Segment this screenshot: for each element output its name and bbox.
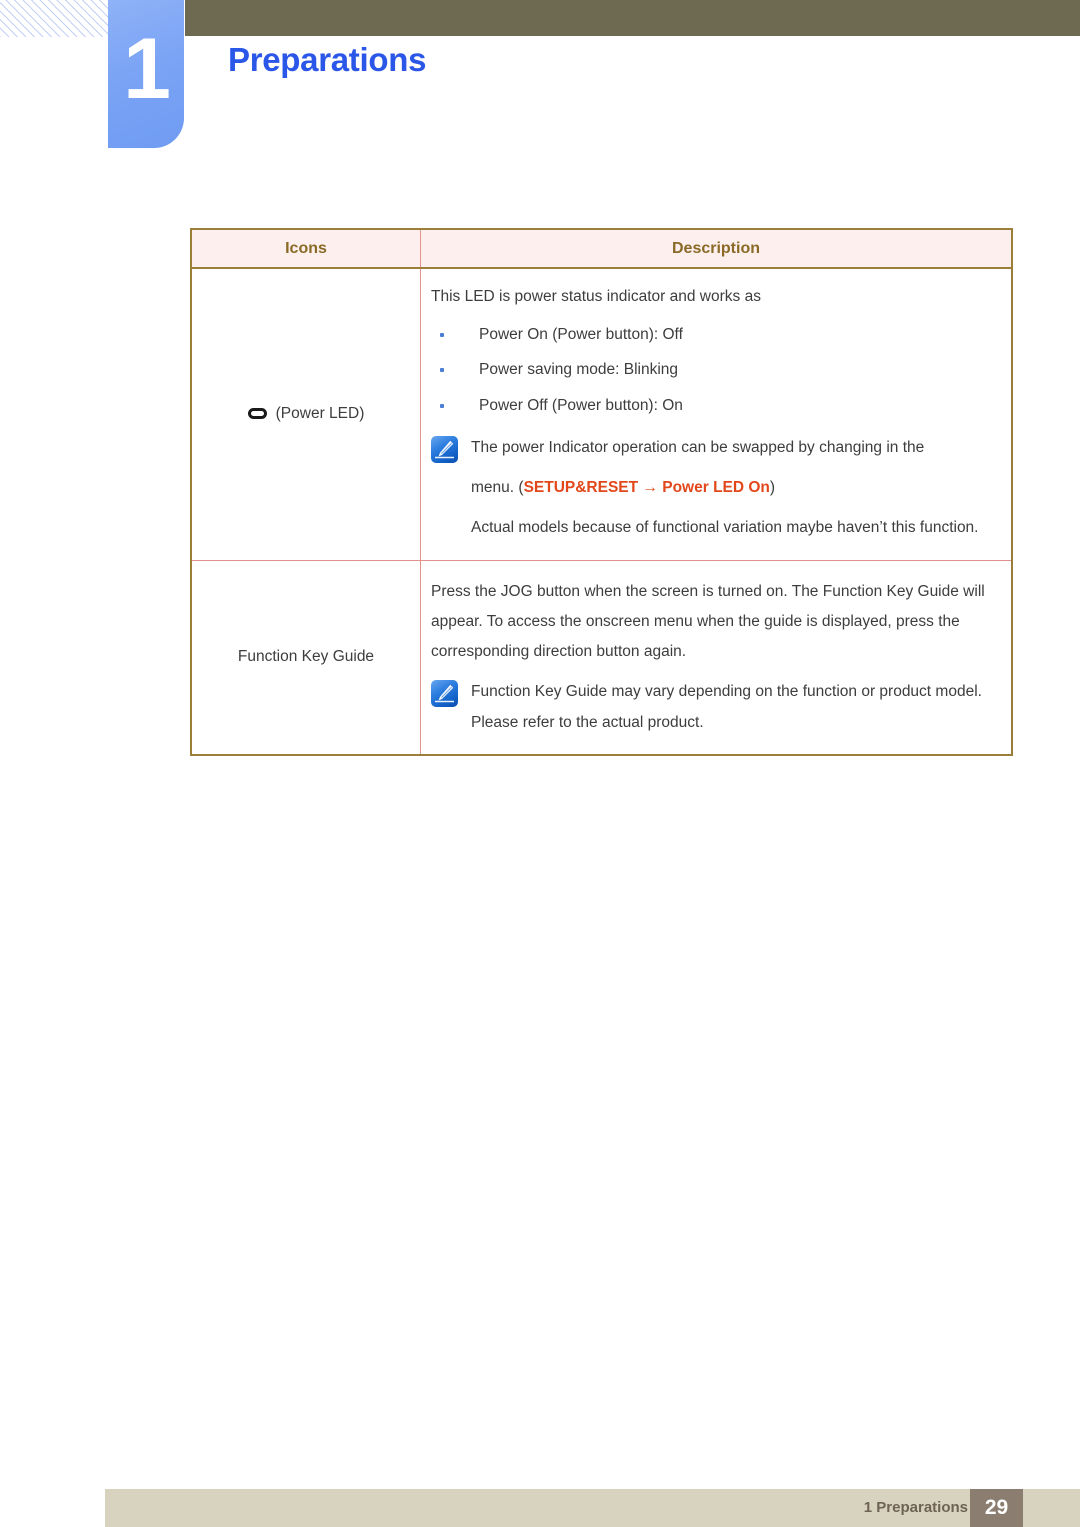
table-row: Function Key Guide Press the JOG button … xyxy=(190,560,1013,756)
list-item: Power saving mode: Blinking xyxy=(431,352,985,387)
page-number-badge: 29 xyxy=(970,1489,1023,1527)
header-olive-bar xyxy=(185,0,1080,36)
power-led-pill-icon xyxy=(247,408,267,420)
note-block-power-led: The power Indicator operation can be swa… xyxy=(431,433,985,544)
note-line-1: The power Indicator operation can be swa… xyxy=(471,439,925,456)
page-title: Preparations xyxy=(228,41,427,78)
cell-icon-function-key-guide: Function Key Guide xyxy=(190,560,421,756)
column-header-description: Description xyxy=(420,228,1013,269)
note-block-function-key-guide: Function Key Guide may vary depending on… xyxy=(431,677,985,737)
function-key-guide-paragraph: Press the JOG button when the screen is … xyxy=(431,582,985,661)
menu-path-power-led-on: Power LED On xyxy=(662,479,770,497)
power-led-lead-text: This LED is power status indicator and w… xyxy=(431,288,761,305)
icons-description-table: Icons Description (Power LED) This LED i… xyxy=(190,228,1013,756)
column-header-icons: Icons xyxy=(190,228,421,269)
note-body-function-key-guide: Function Key Guide may vary depending on… xyxy=(471,677,985,737)
note-text: Function Key Guide may vary depending on… xyxy=(471,683,982,731)
note-pencil-icon xyxy=(431,436,458,463)
power-led-label: (Power LED) xyxy=(275,404,365,422)
table-header-row: Icons Description xyxy=(190,228,1013,269)
note-line-2: menu. (SETUP&RESET → Power LED On) xyxy=(471,479,776,497)
cell-description-power-led: This LED is power status indicator and w… xyxy=(420,268,1013,561)
list-item: Power On (Power button): Off xyxy=(431,317,985,352)
note-body-power-led: The power Indicator operation can be swa… xyxy=(471,433,979,544)
decorative-hatch-pattern xyxy=(0,0,110,37)
arrow-icon: → xyxy=(642,479,658,497)
note-pencil-icon xyxy=(431,680,458,708)
chapter-number-tab: 1 xyxy=(108,0,184,148)
cell-icon-power-led: (Power LED) xyxy=(190,268,421,561)
note-line-3: Actual models because of functional vari… xyxy=(471,519,979,537)
table-row: (Power LED) This LED is power status ind… xyxy=(190,268,1013,561)
menu-path-setup-reset: SETUP&RESET xyxy=(523,479,639,497)
footer-chapter-label: 1 Preparations xyxy=(863,1499,968,1516)
power-led-bullet-list: Power On (Power button): Off Power savin… xyxy=(431,317,985,423)
list-item: Power Off (Power button): On xyxy=(431,388,985,423)
cell-description-function-key-guide: Press the JOG button when the screen is … xyxy=(420,560,1013,756)
